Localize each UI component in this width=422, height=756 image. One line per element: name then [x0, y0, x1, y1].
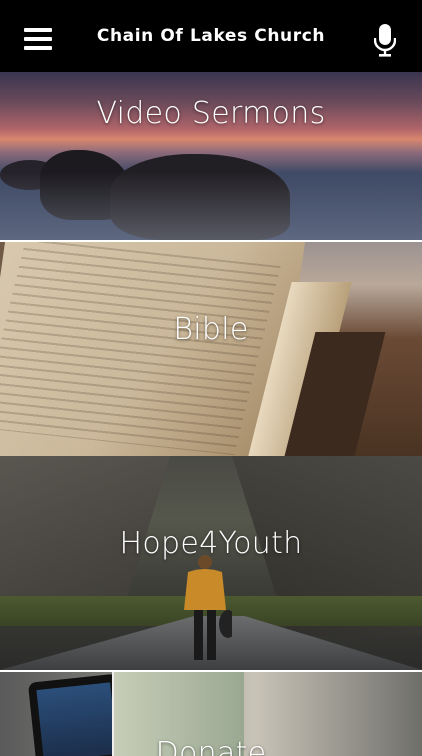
bible-text-lines — [0, 242, 281, 456]
app-bar: Chain Of Lakes Church — [0, 0, 422, 72]
tile-donate[interactable]: Donate — [0, 670, 422, 756]
mist-overlay — [0, 172, 422, 240]
tile-label-donate: Donate — [155, 736, 267, 756]
menu-bar-2 — [24, 37, 52, 41]
tile-label-bible: Bible — [173, 312, 249, 347]
hamburger-menu-icon[interactable] — [24, 28, 52, 54]
tile-hope4youth[interactable]: Hope4Youth — [0, 456, 422, 670]
tile-video-sermons[interactable]: Video Sermons — [0, 72, 422, 240]
tile-bible[interactable]: Bible — [0, 240, 422, 456]
walking-person-image — [184, 555, 232, 660]
menu-bar-3 — [24, 46, 52, 50]
tile-label-hope4youth: Hope4Youth — [119, 526, 303, 561]
menu-tiles: Video Sermons Bible Hope4Youth Donate — [0, 72, 422, 756]
microphone-icon-svg — [373, 24, 397, 57]
app-title: Chain Of Lakes Church — [96, 26, 326, 46]
tile-label-video-sermons: Video Sermons — [96, 96, 326, 131]
microphone-icon[interactable] — [373, 24, 397, 58]
menu-bar-1 — [24, 28, 52, 32]
